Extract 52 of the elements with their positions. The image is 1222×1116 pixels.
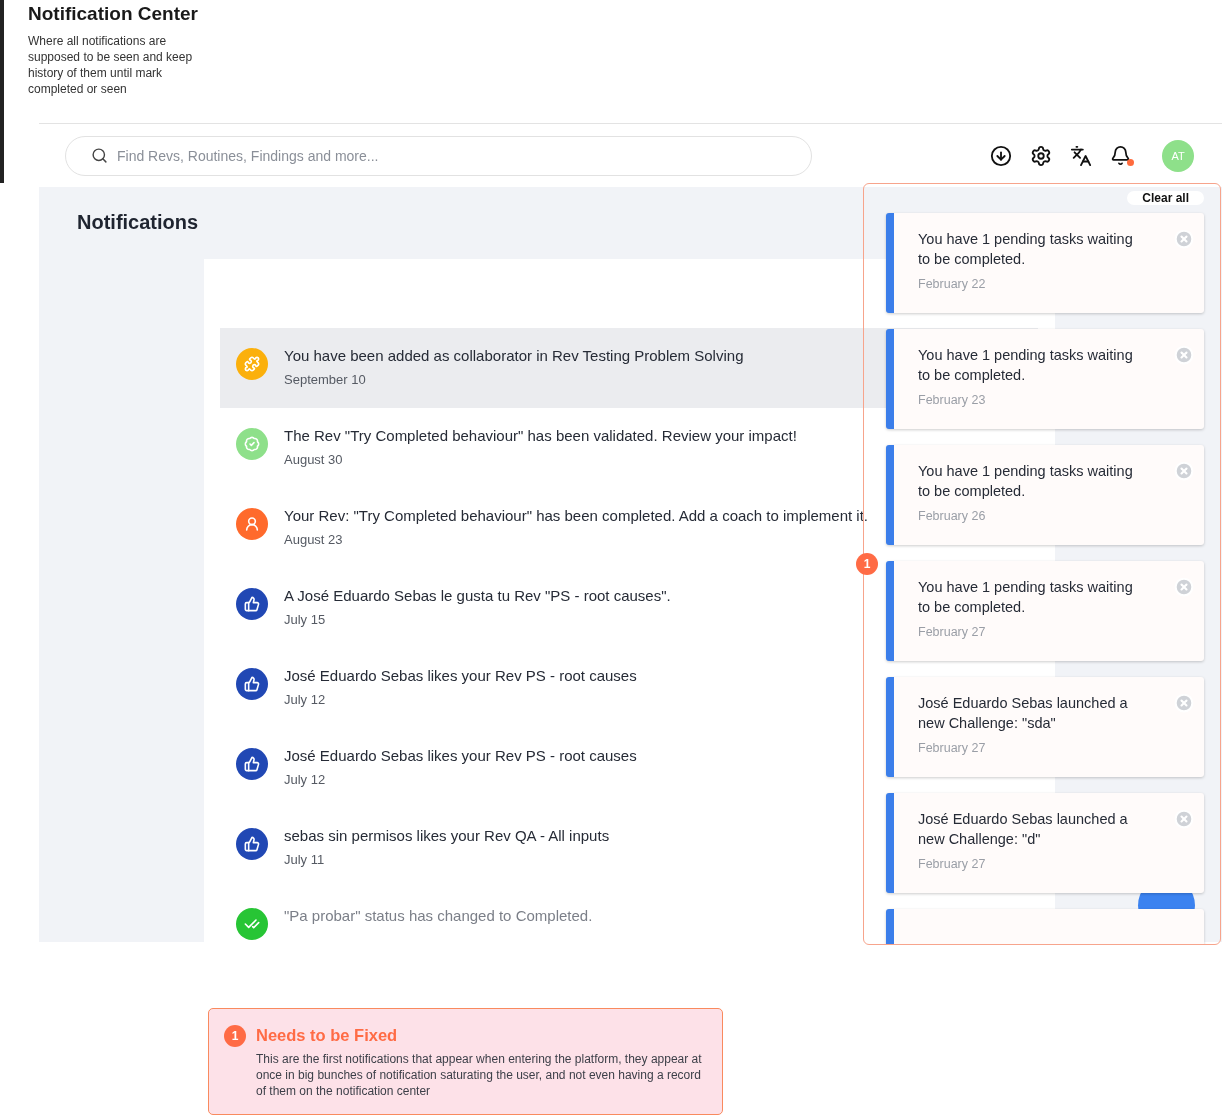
clear-all-button[interactable]: Clear all — [1127, 191, 1204, 205]
search-field[interactable]: Find Revs, Routines, Findings and more... — [65, 135, 812, 176]
badge-check-icon — [236, 428, 268, 460]
notification-text: You have been added as collaborator in Rev Testing Problem Solving — [284, 347, 744, 364]
close-button[interactable] — [1174, 345, 1194, 365]
annotation-text: This are the first notifications that appear when entering the platform, they appear at once in big bunches of notification saturating the user, and not even having a record of them on the notification center — [256, 1051, 703, 1099]
toast-date: February 22 — [918, 277, 987, 291]
notification-text: A José Eduardo Sebas le gusta tu Rev "PS - root causes". — [284, 587, 671, 604]
toast-text: You have 1 pending tasks waiting to be completed. — [918, 578, 1134, 617]
notification-text: José Eduardo Sebas likes your Rev PS - root causes — [284, 747, 637, 764]
close-button[interactable] — [1174, 229, 1194, 249]
notification-item[interactable]: "Pa probar" status has changed to Completed. — [220, 888, 1038, 942]
page-description: Where all notifications are supposed to be seen and keep history of them until mark completed or seen — [28, 33, 194, 97]
notifications-button[interactable] — [1110, 144, 1132, 167]
close-button[interactable] — [1174, 577, 1194, 597]
close-button[interactable] — [1174, 461, 1194, 481]
notification-date: July 12 — [284, 692, 327, 707]
toast-date: February 23 — [918, 393, 987, 407]
search-icon — [91, 146, 108, 164]
notification-date: July 11 — [284, 852, 326, 867]
notification-text: The Rev "Try Completed behaviour" has been validated. Review your impact! — [284, 427, 797, 444]
page-heading: Notification Center — [28, 3, 199, 25]
puzzle-icon — [236, 348, 268, 380]
toast-text: José Eduardo Sebas launched a new Challenge: "sda" — [918, 694, 1129, 733]
thumbs-up-icon — [236, 668, 268, 700]
thumbs-up-icon — [236, 588, 268, 620]
notification-date: September 10 — [284, 372, 367, 387]
notification-text: "Pa probar" status has changed to Completed. — [284, 907, 593, 924]
thumbs-up-icon — [236, 828, 268, 860]
toast-date: February 27 — [918, 857, 987, 871]
notification-text: José Eduardo Sebas likes your Rev PS - root causes — [284, 667, 637, 684]
close-button[interactable] — [1174, 809, 1194, 829]
toast-text: You have 1 pending tasks waiting to be completed. — [918, 462, 1134, 501]
annotation-title: Needs to be Fixed — [256, 1026, 399, 1045]
close-button[interactable] — [1174, 693, 1194, 713]
toast-text: You have 1 pending tasks waiting to be completed. — [918, 230, 1134, 269]
thumbs-up-icon — [236, 748, 268, 780]
toast-date: February 26 — [918, 509, 987, 523]
notification-date: July 15 — [284, 612, 327, 627]
annotation-badge: 1 — [224, 1025, 246, 1047]
notification-date: August 30 — [284, 452, 344, 467]
user-icon — [236, 508, 268, 540]
toast-text: José Eduardo Sebas launched a new Challenge: "d" — [918, 810, 1129, 849]
notification-date: August 23 — [284, 532, 344, 547]
toast-date: February 27 — [918, 625, 987, 639]
toast-date: February 27 — [918, 741, 987, 755]
download-button[interactable] — [990, 144, 1012, 167]
notification-date: July 12 — [284, 772, 327, 787]
section-title: Notifications — [77, 211, 200, 234]
settings-button[interactable] — [1030, 144, 1052, 167]
notification-text: sebas sin permisos likes your Rev QA - All inputs — [284, 827, 610, 844]
translate-button[interactable] — [1070, 144, 1092, 167]
